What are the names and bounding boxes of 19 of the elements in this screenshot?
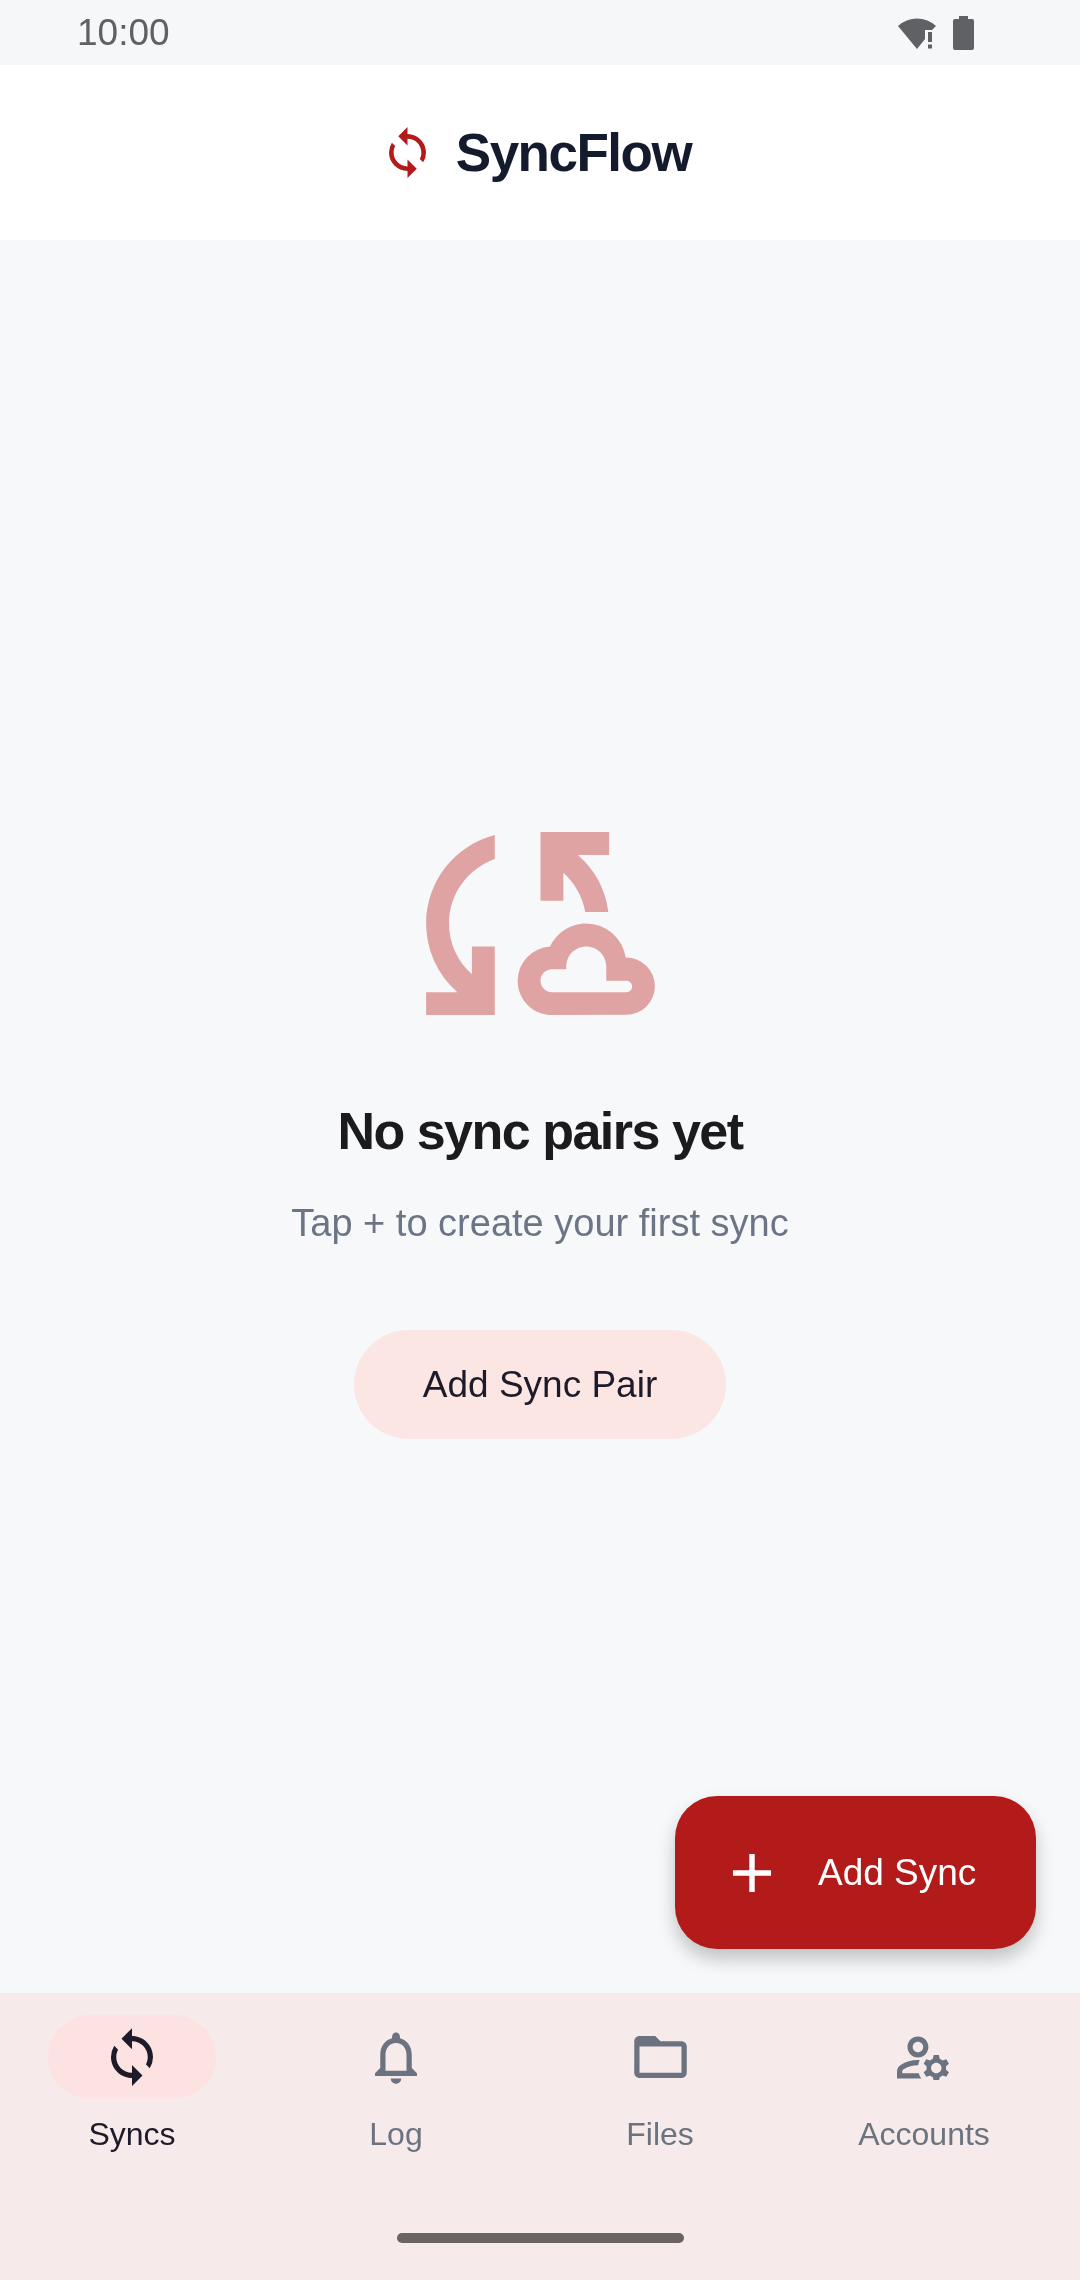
wifi-alert-icon (897, 16, 937, 49)
app-title: SyncFlow (455, 121, 692, 184)
status-time: 10:00 (77, 14, 170, 51)
add-sync-pair-button[interactable]: Add Sync Pair (354, 1330, 726, 1439)
battery-icon (953, 15, 974, 50)
nav-tab[interactable]: Accounts (792, 2015, 1056, 2153)
empty-state-title: No sync pairs yet (337, 1101, 743, 1162)
sync-icon (111, 2028, 153, 2086)
bell-icon (375, 2030, 417, 2084)
nav-tab[interactable]: Syncs (0, 2015, 264, 2153)
folder-icon (633, 2036, 687, 2078)
cloud-sync-icon (425, 832, 655, 1015)
person-gear-icon (896, 2034, 952, 2080)
nav-tab[interactable]: Files (528, 2015, 792, 2153)
empty-state-subtitle: Tap + to create your first sync (291, 1201, 789, 1246)
sync-logo-icon (388, 127, 426, 178)
add-sync-fab[interactable]: Add Sync (675, 1796, 1036, 1949)
plus-icon (733, 1853, 771, 1892)
nav-tab[interactable]: Log (264, 2015, 528, 2153)
